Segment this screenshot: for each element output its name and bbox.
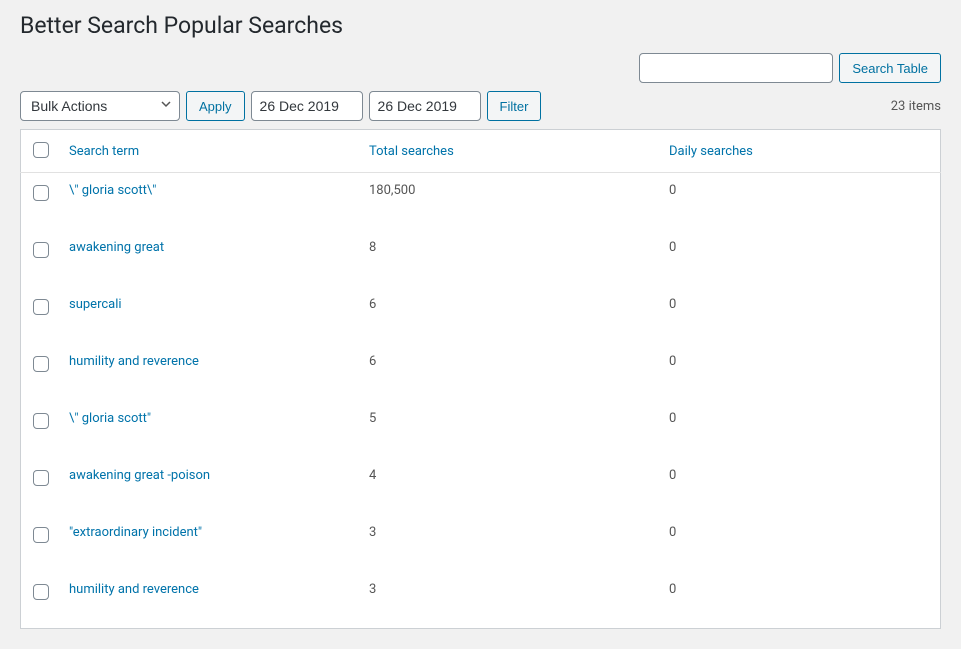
row-daily-cell: 0 xyxy=(659,344,941,401)
search-table-button[interactable]: Search Table xyxy=(839,53,941,83)
row-checkbox[interactable] xyxy=(33,584,49,600)
row-total-cell: 8 xyxy=(359,230,659,287)
row-term-cell: awakening great -poison xyxy=(59,458,359,515)
item-count: 23 items xyxy=(891,99,941,114)
column-header-total: Total searches xyxy=(359,130,659,173)
column-header-term: Search term xyxy=(59,130,359,173)
column-header-checkbox xyxy=(21,130,60,173)
table-row: humility and reverence 30 xyxy=(21,572,941,629)
toolbar: Bulk Actions Apply Filter 23 items xyxy=(20,91,941,121)
search-term-link[interactable]: "extraordinary incident" xyxy=(69,525,202,540)
row-daily-cell: 0 xyxy=(659,287,941,344)
column-header-daily: Daily searches xyxy=(659,130,941,173)
row-total-cell: 3 xyxy=(359,572,659,629)
bulk-actions-wrap: Bulk Actions xyxy=(20,91,180,121)
toolbar-left: Bulk Actions Apply Filter xyxy=(20,91,541,121)
row-checkbox[interactable] xyxy=(33,527,49,543)
row-term-cell: awakening great xyxy=(59,230,359,287)
row-checkbox[interactable] xyxy=(33,470,49,486)
row-checkbox[interactable] xyxy=(33,356,49,372)
row-checkbox-cell xyxy=(21,344,60,401)
row-term-cell: "extraordinary incident" xyxy=(59,515,359,572)
apply-button[interactable]: Apply xyxy=(186,91,245,121)
table-row: \" gloria scott\" 180,5000 xyxy=(21,173,941,230)
row-checkbox-cell xyxy=(21,572,60,629)
search-term-link[interactable]: humility and reverence xyxy=(69,582,199,597)
table-row: awakening great 80 xyxy=(21,230,941,287)
search-term-link[interactable]: \" gloria scott\" xyxy=(69,183,156,198)
row-total-cell: 180,500 xyxy=(359,173,659,230)
row-checkbox-cell xyxy=(21,458,60,515)
row-term-cell: \" gloria scott" xyxy=(59,401,359,458)
search-term-link[interactable]: humility and reverence xyxy=(69,354,199,369)
row-term-cell: humility and reverence xyxy=(59,344,359,401)
sort-daily-link[interactable]: Daily searches xyxy=(669,144,753,159)
search-term-link[interactable]: awakening great -poison xyxy=(69,468,210,483)
row-checkbox-cell xyxy=(21,173,60,230)
row-checkbox[interactable] xyxy=(33,242,49,258)
row-daily-cell: 0 xyxy=(659,458,941,515)
row-total-cell: 4 xyxy=(359,458,659,515)
search-input[interactable] xyxy=(639,53,833,83)
row-checkbox[interactable] xyxy=(33,299,49,315)
row-daily-cell: 0 xyxy=(659,173,941,230)
searches-table: Search term Total searches Daily searche… xyxy=(20,129,941,629)
row-total-cell: 6 xyxy=(359,287,659,344)
row-term-cell: humility and reverence xyxy=(59,572,359,629)
row-term-cell: \" gloria scott\" xyxy=(59,173,359,230)
select-all-checkbox[interactable] xyxy=(33,142,49,158)
filter-button[interactable]: Filter xyxy=(487,91,542,121)
row-term-cell: supercali xyxy=(59,287,359,344)
row-checkbox-cell xyxy=(21,401,60,458)
row-daily-cell: 0 xyxy=(659,230,941,287)
row-daily-cell: 0 xyxy=(659,572,941,629)
row-total-cell: 6 xyxy=(359,344,659,401)
row-total-cell: 3 xyxy=(359,515,659,572)
row-daily-cell: 0 xyxy=(659,515,941,572)
date-from-input[interactable] xyxy=(251,91,363,121)
table-row: awakening great -poison 40 xyxy=(21,458,941,515)
table-row: humility and reverence 60 xyxy=(21,344,941,401)
row-checkbox-cell xyxy=(21,515,60,572)
table-row: supercali 60 xyxy=(21,287,941,344)
page-title: Better Search Popular Searches xyxy=(20,0,941,53)
table-row: "extraordinary incident" 30 xyxy=(21,515,941,572)
search-term-link[interactable]: supercali xyxy=(69,297,122,312)
date-to-input[interactable] xyxy=(369,91,481,121)
sort-term-link[interactable]: Search term xyxy=(69,144,139,159)
row-checkbox[interactable] xyxy=(33,413,49,429)
row-daily-cell: 0 xyxy=(659,401,941,458)
search-bar: Search Table xyxy=(20,53,941,83)
row-checkbox-cell xyxy=(21,287,60,344)
row-total-cell: 5 xyxy=(359,401,659,458)
row-checkbox-cell xyxy=(21,230,60,287)
search-term-link[interactable]: \" gloria scott" xyxy=(69,411,151,426)
row-checkbox[interactable] xyxy=(33,185,49,201)
table-row: \" gloria scott" 50 xyxy=(21,401,941,458)
sort-total-link[interactable]: Total searches xyxy=(369,144,454,159)
bulk-actions-select[interactable]: Bulk Actions xyxy=(20,91,180,121)
search-term-link[interactable]: awakening great xyxy=(69,240,164,255)
